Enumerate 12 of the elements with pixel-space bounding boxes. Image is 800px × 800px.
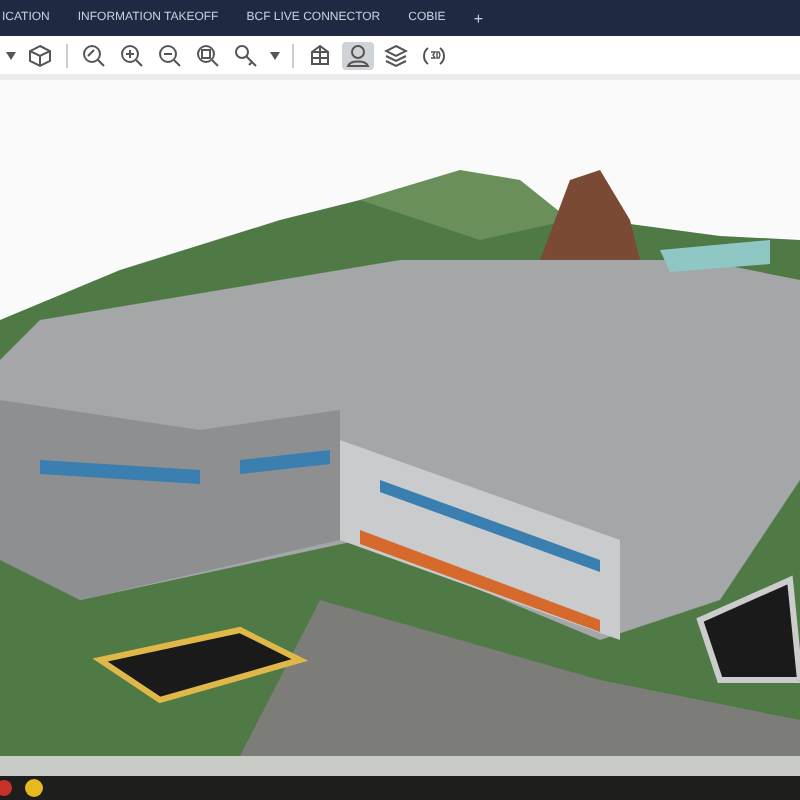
zoom-out-button[interactable] <box>154 41 186 69</box>
key-button[interactable] <box>230 41 262 69</box>
caret-button[interactable] <box>268 49 282 61</box>
cube-button[interactable] <box>24 41 56 69</box>
zoom-extents-button[interactable] <box>78 41 110 69</box>
caret-button[interactable] <box>4 49 18 61</box>
zoom-in-button[interactable] <box>116 41 148 69</box>
add-tab-button[interactable]: + <box>473 9 483 27</box>
rotate-3d-button[interactable] <box>418 41 450 69</box>
layers-button[interactable] <box>380 41 412 69</box>
person-button[interactable] <box>342 41 374 69</box>
zoom-window-button[interactable] <box>192 41 224 69</box>
